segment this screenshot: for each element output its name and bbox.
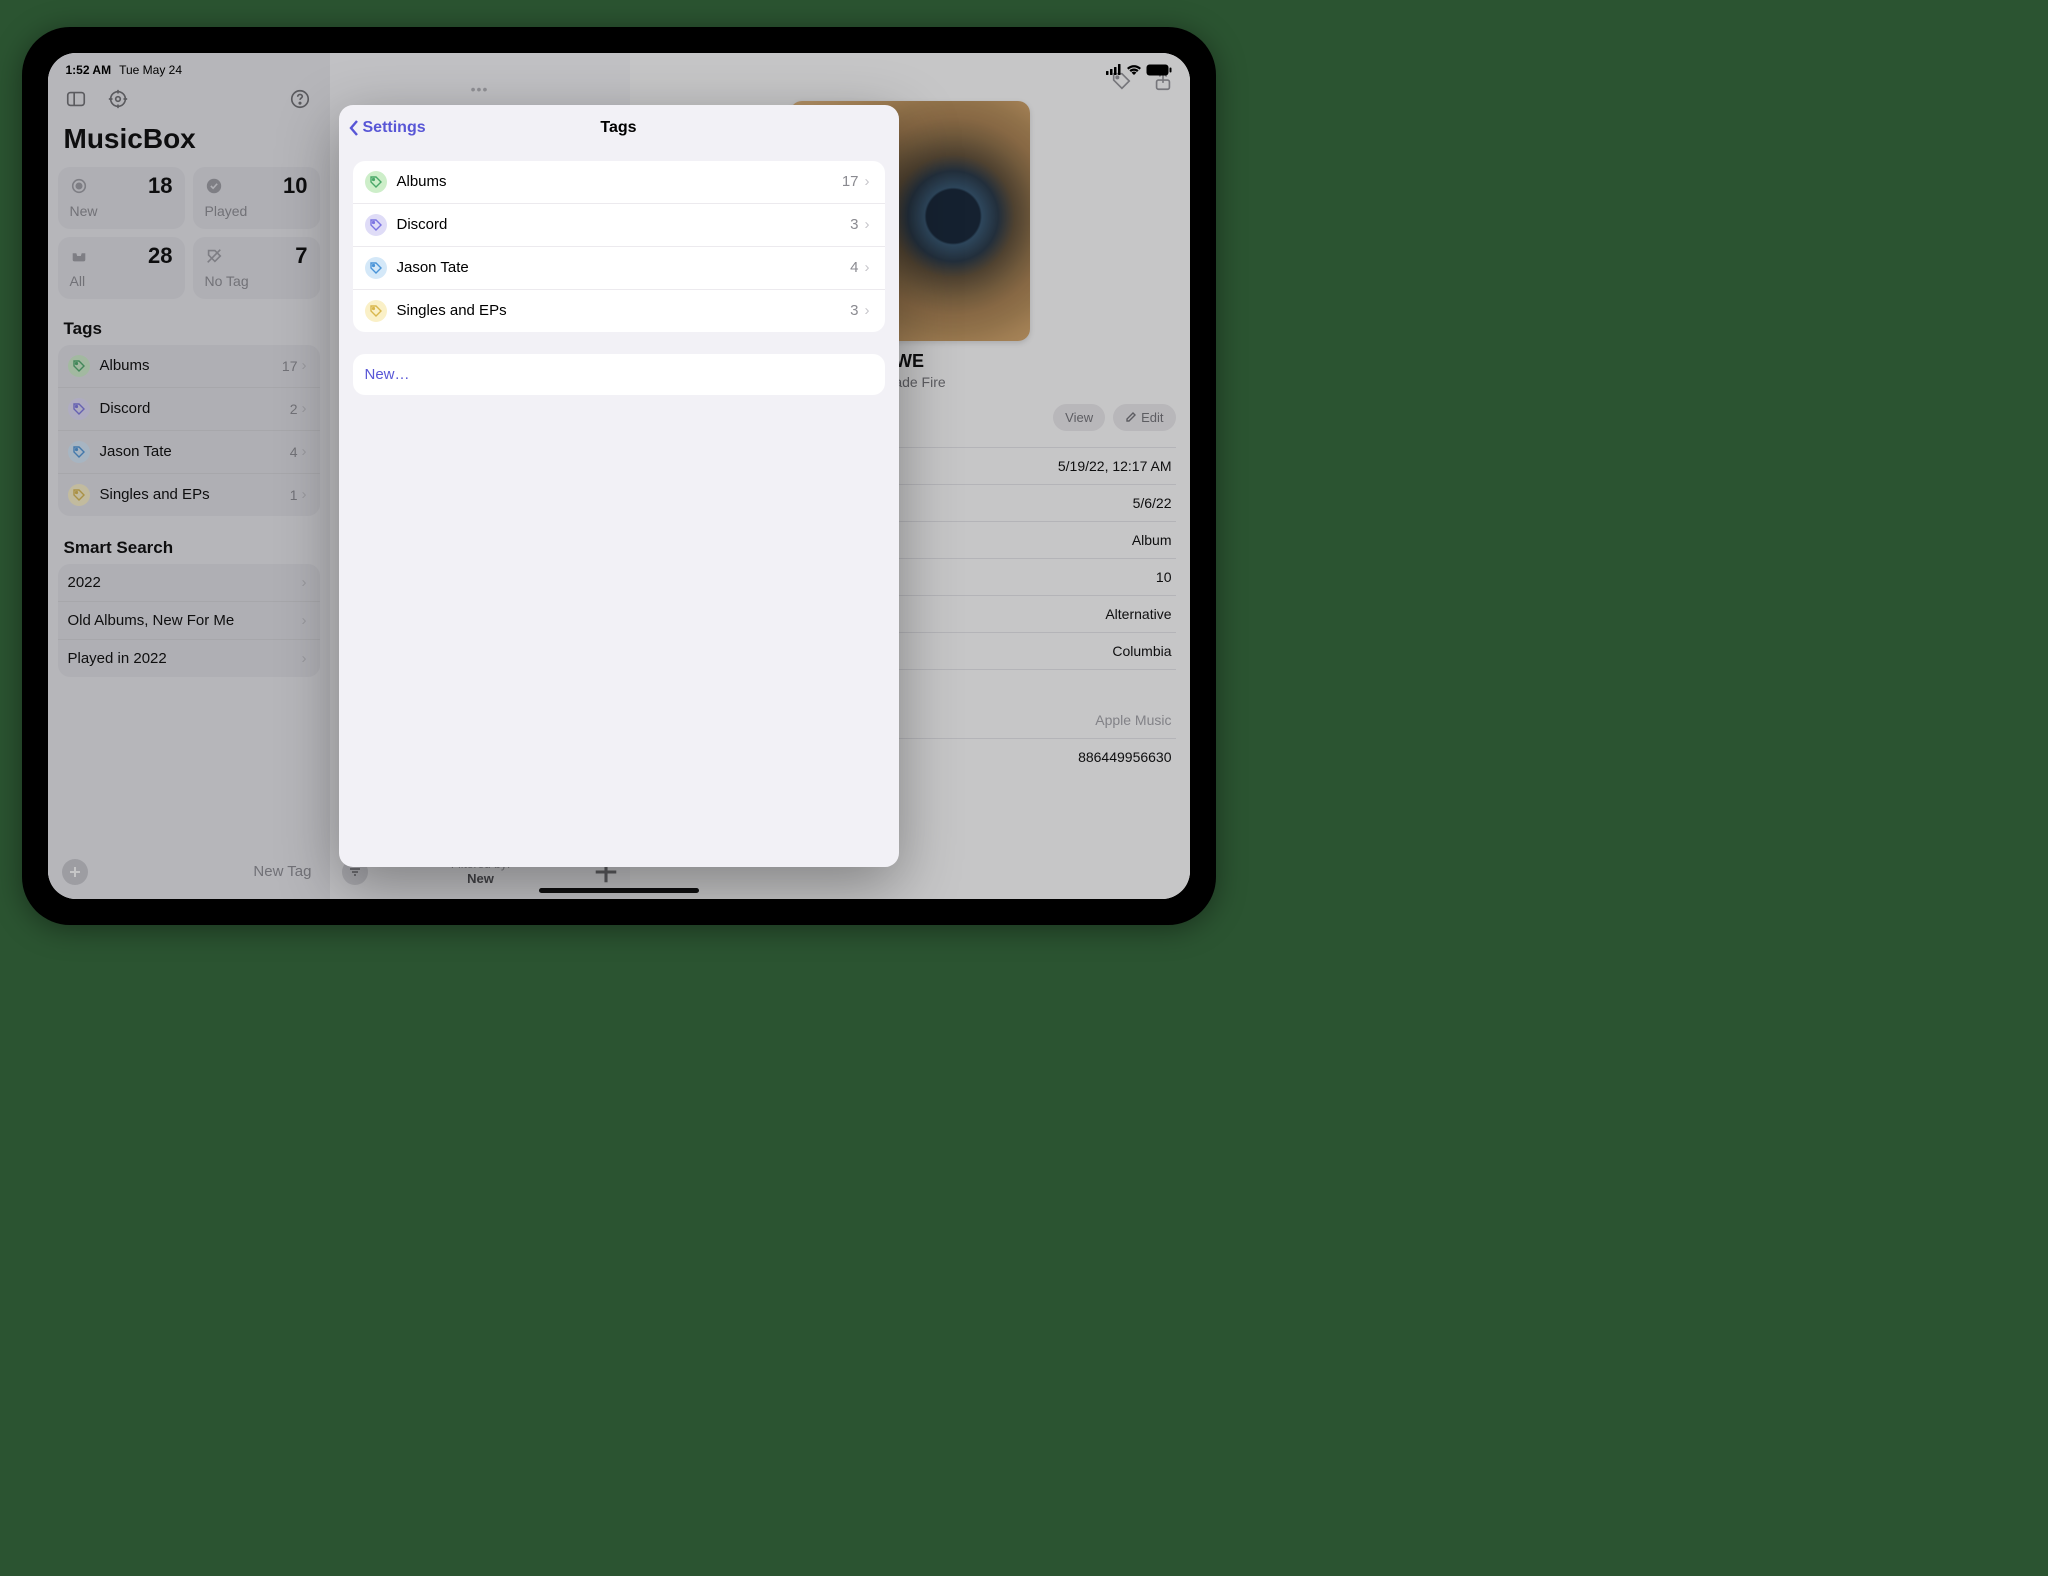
- wifi-icon: [1126, 64, 1142, 76]
- sheet-tag-count: 4: [850, 259, 858, 276]
- status-time: 1:52 AM: [66, 63, 112, 77]
- status-bar: 1:52 AM Tue May 24: [48, 59, 1190, 81]
- sheet-tag-count: 3: [850, 302, 858, 319]
- tags-settings-sheet: Settings Tags Albums 17 › Discord 3: [339, 105, 899, 867]
- chevron-right-icon: ›: [865, 173, 873, 190]
- back-label: Settings: [363, 119, 426, 137]
- tag-icon: [365, 214, 387, 236]
- sheet-tags-list: Albums 17 › Discord 3 › Jason Tate 4: [353, 161, 885, 332]
- tag-icon: [365, 300, 387, 322]
- sheet-tag-name: Discord: [397, 216, 851, 233]
- sheet-tag-name: Albums: [397, 173, 842, 190]
- cellular-icon: [1106, 64, 1122, 75]
- sheet-tag-discord[interactable]: Discord 3 ›: [353, 204, 885, 247]
- bezel: 1:52 AM Tue May 24: [36, 41, 1202, 911]
- sheet-tag-jasontate[interactable]: Jason Tate 4 ›: [353, 247, 885, 290]
- status-date: Tue May 24: [119, 63, 182, 77]
- sheet-tag-albums[interactable]: Albums 17 ›: [353, 161, 885, 204]
- sheet-tag-count: 3: [850, 216, 858, 233]
- sheet-tag-count: 17: [842, 173, 859, 190]
- sheet-title: Tags: [600, 119, 636, 137]
- chevron-right-icon: ›: [865, 259, 873, 276]
- chevron-right-icon: ›: [865, 302, 873, 319]
- new-tag-row[interactable]: New…: [353, 354, 885, 395]
- tag-icon: [365, 171, 387, 193]
- sheet-tag-name: Jason Tate: [397, 259, 851, 276]
- tag-icon: [365, 257, 387, 279]
- ipad-frame: 1:52 AM Tue May 24: [22, 27, 1216, 925]
- battery-icon: [1146, 64, 1172, 76]
- back-to-settings-button[interactable]: Settings: [347, 105, 426, 151]
- sheet-tag-singles[interactable]: Singles and EPs 3 ›: [353, 290, 885, 332]
- screen: 1:52 AM Tue May 24: [48, 53, 1190, 899]
- chevron-right-icon: ›: [865, 216, 873, 233]
- sheet-tag-name: Singles and EPs: [397, 302, 851, 319]
